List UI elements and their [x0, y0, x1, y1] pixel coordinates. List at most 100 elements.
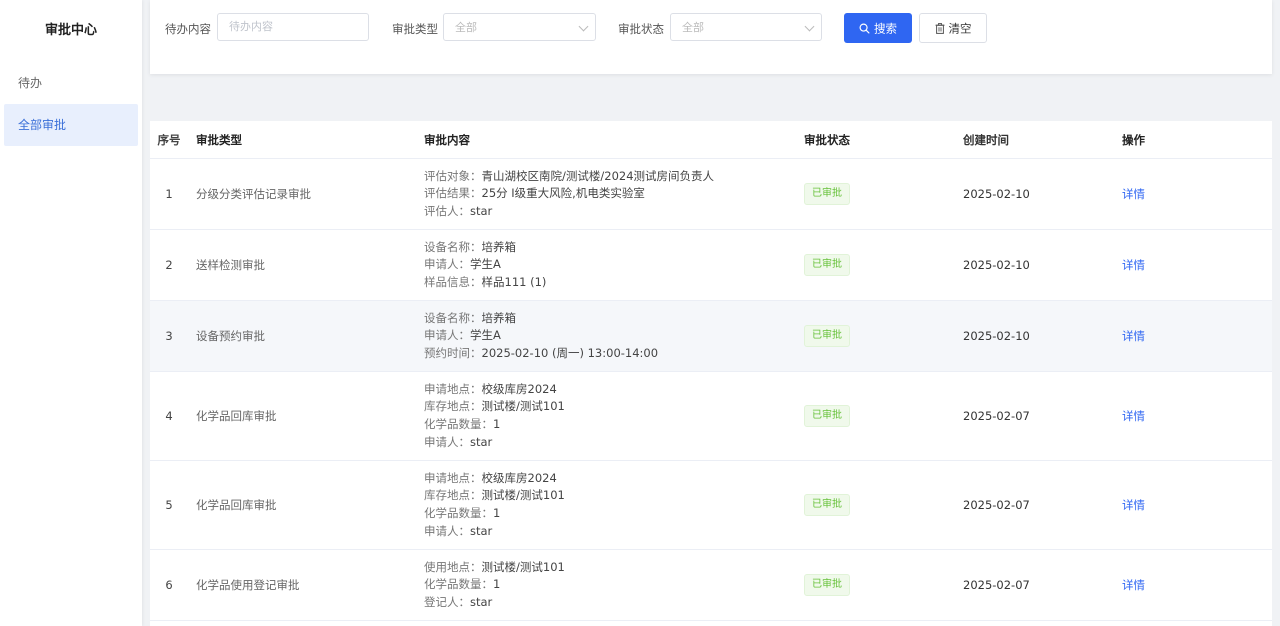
status-badge: 已审批 [804, 494, 850, 516]
content-key: 申请人： [424, 523, 470, 538]
row-index: 1 [150, 158, 188, 230]
content-line: 登记人：star [424, 594, 804, 612]
detail-link[interactable]: 详情 [1122, 578, 1145, 592]
content-lines: 设备名称：培养箱 申请人：学生A 样品信息：样品111 (1) [424, 231, 804, 300]
search-button[interactable]: 搜索 [844, 13, 912, 43]
status-filter-label: 审批状态 [618, 22, 664, 36]
row-action-cell: 详情 [1122, 460, 1272, 550]
app-root: 审批中心 待办 全部审批 待办内容 审批类型 全部 审批状态 全部 搜索 [0, 0, 1280, 626]
sidebar-item-todo[interactable]: 待办 [4, 62, 138, 104]
content-key: 化学品数量： [424, 577, 493, 592]
content-key: 申请地点： [424, 381, 482, 396]
content-value: 测试楼/测试101 [481, 559, 565, 574]
sidebar: 审批中心 待办 全部审批 [0, 0, 142, 626]
detail-link[interactable]: 详情 [1122, 498, 1145, 512]
content-value: 培养箱 [481, 239, 517, 254]
content-key: 申请人： [424, 257, 470, 272]
header-action: 操作 [1122, 121, 1272, 159]
content-value: 校级库房2024 [481, 470, 557, 485]
content-value: star [470, 203, 493, 218]
content-key: 预约时间： [424, 345, 482, 360]
content-value: 样品111 (1) [481, 274, 547, 289]
content-line: 申请人：学生A [424, 256, 804, 274]
type-filter-label: 审批类型 [392, 22, 438, 36]
row-status-cell: 已审批 [804, 460, 963, 550]
content-line: 化学品数量：1 [424, 576, 804, 594]
table-row: 6 化学品使用登记审批 使用地点：测试楼/测试101 化学品数量：1 登记人：star 已… [150, 549, 1272, 621]
status-badge: 已审批 [804, 325, 850, 347]
content-key: 设备名称： [424, 310, 482, 325]
content-line: 设备名称：培养箱 [424, 239, 804, 257]
row-status-cell: 已审批 [804, 158, 963, 230]
content-key: 库存地点： [424, 399, 482, 414]
row-created-time: 2025-02-07 [963, 549, 1122, 621]
row-created-time: 2025-02-10 [963, 229, 1122, 301]
trash-icon [935, 23, 944, 34]
status-filter-select[interactable]: 全部 [670, 13, 822, 41]
content-value: 学生A [470, 328, 501, 343]
detail-link[interactable]: 详情 [1122, 409, 1145, 423]
header-content: 审批内容 [424, 121, 804, 159]
detail-link[interactable]: 详情 [1122, 258, 1145, 272]
row-approval-type: 化学品回库审批 [188, 460, 424, 550]
clear-button[interactable]: 清空 [919, 13, 987, 43]
detail-link[interactable]: 详情 [1122, 187, 1145, 201]
search-icon [859, 23, 870, 34]
content-key: 评估结果： [424, 186, 482, 201]
content-line: 评估对象：青山湖校区南院/测试楼/2024测试房间负责人 [424, 168, 804, 186]
row-approval-type: 化学品回库审批 [188, 371, 424, 461]
row-approval-type: 分级分类评估记录审批 [188, 158, 424, 230]
row-index: 6 [150, 549, 188, 621]
type-filter-select[interactable]: 全部 [443, 13, 596, 41]
status-badge: 已审批 [804, 254, 850, 276]
detail-link[interactable]: 详情 [1122, 329, 1145, 343]
row-status-cell: 已审批 [804, 229, 963, 301]
sidebar-item-all-approvals[interactable]: 全部审批 [4, 104, 138, 146]
content-key: 化学品数量： [424, 417, 493, 431]
content-key: 设备名称： [424, 239, 482, 254]
content-lines: 使用地点：测试楼/测试101 化学品数量：1 登记人：star [424, 551, 804, 620]
type-filter-value: 全部 [455, 21, 477, 34]
content-filter-input[interactable] [217, 13, 369, 41]
row-approval-content: 设备名称：培养箱 申请人：学生A 样品信息：样品111 (1) [424, 229, 804, 301]
header-type: 审批类型 [188, 121, 424, 159]
content-line: 库存地点：测试楼/测试101 [424, 398, 804, 416]
chevron-down-icon [578, 21, 589, 32]
content-line: 使用地点：测试楼/测试101 [424, 559, 804, 577]
row-status-cell: 已审批 [804, 549, 963, 621]
content-value: 测试楼/测试101 [481, 399, 565, 414]
row-action-cell: 详情 [1122, 371, 1272, 461]
content-value: 培养箱 [481, 310, 517, 325]
row-approval-content: 申请地点：校级库房2024 库存地点：测试楼/测试101 化学品数量：1 申请人：st… [424, 460, 804, 550]
content-line: 设备名称：培养箱 [424, 310, 804, 328]
content-value: 学生A [470, 257, 501, 272]
row-index: 3 [150, 300, 188, 372]
content-value: star [470, 523, 493, 538]
content-lines: 评估对象：青山湖校区南院/测试楼/2024测试房间负责人 评估结果：25分 Ⅰ级重… [424, 160, 804, 229]
content-line: 评估结果：25分 Ⅰ级重大风险,机电类实验室 [424, 185, 804, 203]
content-line: 申请地点：校级库房2024 [424, 470, 804, 488]
content-key: 申请地点： [424, 470, 482, 485]
table-row: 1 分级分类评估记录审批 评估对象：青山湖校区南院/测试楼/2024测试房间负责人评… [150, 158, 1272, 230]
content-value: 青山湖校区南院/测试楼/2024测试房间负责人 [481, 168, 715, 183]
row-approval-content: 设备名称：培养箱 申请人：学生A 预约时间：2025-02-10 (周一) 13:0… [424, 300, 804, 372]
content-key: 评估对象： [424, 168, 482, 183]
content-value: star [470, 434, 493, 449]
content-key: 登记人： [424, 594, 470, 609]
content-key: 样品信息： [424, 274, 482, 289]
content-filter-label: 待办内容 [165, 22, 211, 36]
content-line: 化学品数量：1 [424, 505, 804, 523]
row-action-cell: 详情 [1122, 300, 1272, 372]
row-created-time: 2025-02-07 [963, 371, 1122, 461]
row-created-time: 2025-02-10 [963, 158, 1122, 230]
content-key: 申请人： [424, 434, 470, 449]
table-body: 1 分级分类评估记录审批 评估对象：青山湖校区南院/测试楼/2024测试房间负责人评… [150, 158, 1272, 621]
row-index: 5 [150, 460, 188, 550]
row-approval-type: 设备预约审批 [188, 300, 424, 372]
content-line: 库存地点：测试楼/测试101 [424, 487, 804, 505]
table-row: 4 化学品回库审批 申请地点：校级库房2024 库存地点：测试楼/测试101 化学品数量… [150, 371, 1272, 461]
content-value: 25分 Ⅰ级重大风险,机电类实验室 [481, 186, 645, 201]
row-created-time: 2025-02-10 [963, 300, 1122, 372]
content-value: 校级库房2024 [481, 381, 557, 396]
content-line: 预约时间：2025-02-10 (周一) 13:00-14:00 [424, 345, 804, 363]
